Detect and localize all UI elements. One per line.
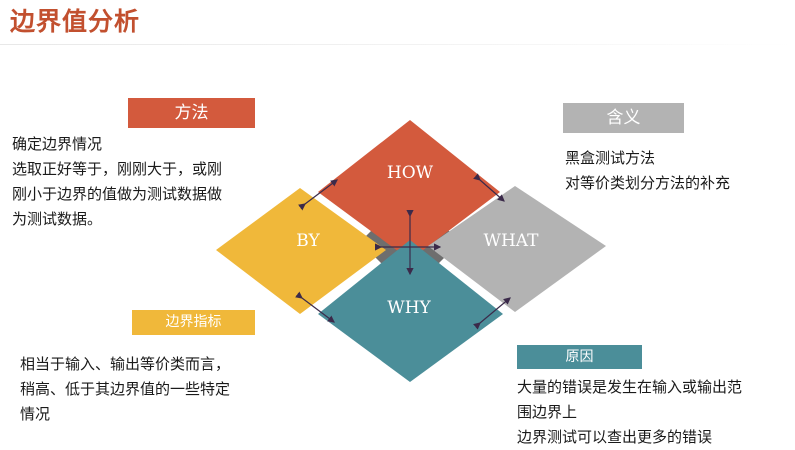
indicator-line: 情况 <box>20 405 51 423</box>
reason-line: 大量的错误是发生在输入或输出范 <box>517 378 743 396</box>
meaning-text: 黑盒测试方法 对等价类划分方法的补充 <box>565 146 730 196</box>
reason-label: 原因 <box>517 345 642 369</box>
method-line: 确定边界情况 <box>12 135 103 153</box>
indicator-line: 稍高、低于其边界值的一些特定 <box>20 380 231 398</box>
indicator-label: 边界指标 <box>132 310 255 335</box>
method-line: 为测试数据。 <box>12 210 103 228</box>
indicator-text: 相当于输入、输出等价类而言， 稍高、低于其边界值的一些特定 情况 <box>20 352 230 427</box>
diamond-label-how: HOW <box>387 163 434 183</box>
reason-line: 围边界上 <box>517 403 578 421</box>
method-line: 刚小于边界的值做为测试数据做 <box>12 185 223 203</box>
diamond-label-by: BY <box>296 231 320 251</box>
meaning-line: 黑盒测试方法 <box>565 149 656 167</box>
indicator-line: 相当于输入、输出等价类而言， <box>20 355 231 373</box>
meaning-line: 对等价类划分方法的补充 <box>565 174 731 192</box>
reason-line: 边界测试可以查出更多的错误 <box>517 428 713 446</box>
method-text: 确定边界情况 选取正好等于，刚刚大于，或刚 刚小于边界的值做为测试数据做 为测试… <box>12 132 222 232</box>
meaning-label: 含义 <box>563 103 684 133</box>
reason-text: 大量的错误是发生在输入或输出范 围边界上 边界测试可以查出更多的错误 <box>517 375 742 450</box>
diamond-label-what: WHAT <box>484 231 540 251</box>
method-label: 方法 <box>128 98 255 128</box>
method-line: 选取正好等于，刚刚大于，或刚 <box>12 160 223 178</box>
diamond-label-why: WHY <box>387 298 431 318</box>
